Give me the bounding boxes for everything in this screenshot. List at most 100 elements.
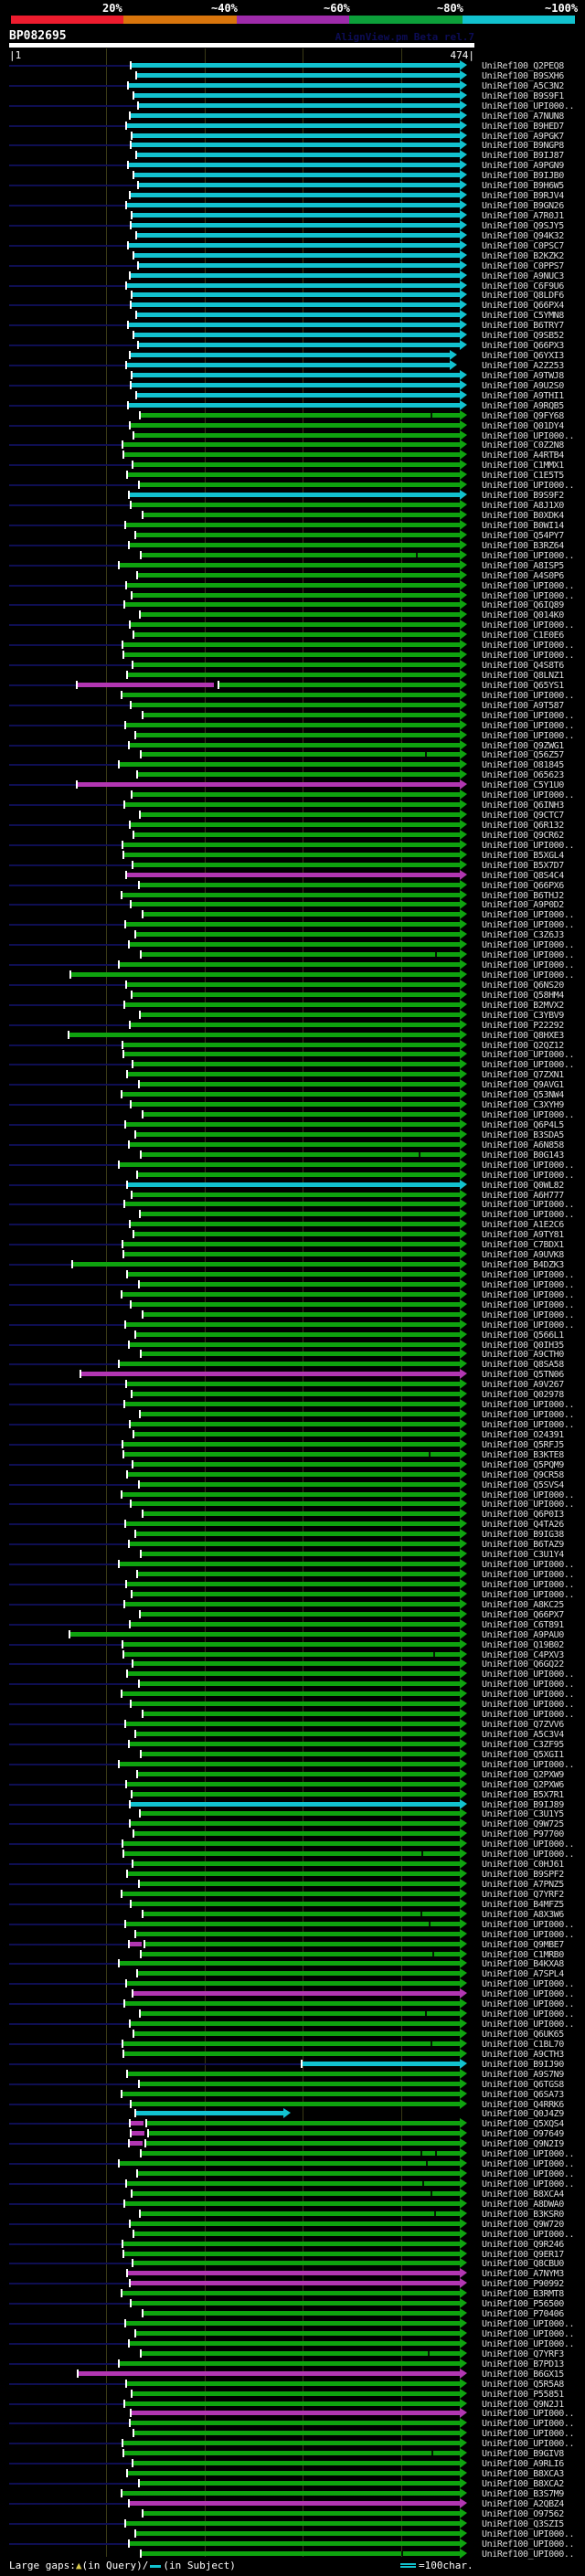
alignment-bar[interactable] [133,1592,460,1596]
alignment-bar[interactable] [141,1952,460,1956]
alignment-bar[interactable] [133,663,460,667]
alignment-bar[interactable] [141,1752,460,1756]
alignment-bar[interactable] [130,543,460,547]
alignment-bar[interactable] [132,1902,460,1906]
alignment-bar[interactable] [137,772,460,777]
alignment-bar[interactable] [131,1802,460,1807]
alignment-bar[interactable] [124,1402,460,1406]
alignment-bar[interactable] [127,1671,460,1676]
alignment-bar[interactable] [131,622,460,627]
alignment-bar[interactable] [126,123,460,128]
alignment-bar[interactable] [140,1811,460,1816]
alignment-bar[interactable] [136,233,460,238]
alignment-bar[interactable] [141,2351,460,2356]
alignment-bar[interactable] [134,173,460,177]
alignment-bar[interactable] [131,1422,460,1426]
alignment-bar[interactable] [134,2231,460,2236]
alignment-bar[interactable] [134,253,460,258]
alignment-bar[interactable] [127,1272,460,1277]
alignment-bar[interactable] [122,1642,460,1647]
alignment-bar[interactable] [134,1232,460,1236]
alignment-bar[interactable] [70,972,460,977]
alignment-bar[interactable] [139,883,460,887]
alignment-bar[interactable] [131,353,451,357]
alignment-bar[interactable] [122,693,460,697]
alignment-bar[interactable] [124,1202,460,1206]
alignment-bar[interactable] [122,2441,460,2445]
alignment-bar[interactable] [122,2491,460,2496]
alignment-bar[interactable] [125,1521,460,1526]
alignment-bar[interactable] [130,1342,460,1347]
alignment-bar[interactable] [132,503,460,507]
alignment-bar[interactable] [124,2001,460,2006]
alignment-bar[interactable] [133,213,460,217]
alignment-bar[interactable] [123,452,460,457]
alignment-bar[interactable] [140,1012,460,1017]
alignment-bar[interactable] [144,713,460,717]
alignment-bar[interactable] [138,343,460,347]
alignment-bar[interactable] [132,63,460,68]
alignment-bar[interactable] [79,2371,460,2376]
alignment-bar[interactable] [126,873,460,877]
alignment-bar[interactable] [131,2421,460,2425]
alignment-bar[interactable] [132,2301,460,2306]
alignment-bar[interactable] [131,1023,460,1027]
alignment-bar[interactable] [122,843,460,847]
alignment-bar[interactable] [126,1981,460,1986]
alignment-bar[interactable] [134,1831,460,1836]
alignment-bar[interactable] [126,583,460,588]
alignment-bar[interactable] [135,1132,460,1137]
alignment-bar[interactable] [123,853,460,857]
alignment-bar[interactable] [124,2201,460,2206]
alignment-bar[interactable] [130,2341,460,2346]
alignment-bar[interactable] [127,1072,460,1076]
alignment-bar[interactable] [125,2521,460,2526]
alignment-bar[interactable] [130,743,460,747]
alignment-bar[interactable] [122,1043,460,1047]
alignment-bar[interactable] [125,1322,460,1327]
alignment-bar[interactable] [144,1112,460,1117]
alignment-bar[interactable] [122,2291,460,2295]
alignment-bar[interactable] [135,533,460,537]
alignment-bar[interactable] [140,812,460,817]
alignment-bar[interactable] [123,1452,460,1457]
alignment-bar[interactable] [133,373,460,377]
alignment-bar[interactable] [130,2501,460,2506]
alignment-bar[interactable] [303,2062,460,2066]
alignment-bar[interactable] [132,2102,460,2106]
alignment-bar[interactable] [135,2331,460,2336]
alignment-bar[interactable] [122,1841,460,1846]
alignment-bar[interactable] [139,2481,460,2486]
alignment-bar[interactable] [122,1691,460,1696]
alignment-bar[interactable] [133,1462,460,1467]
alignment-bar[interactable] [146,2141,460,2146]
alignment-bar[interactable] [137,1772,460,1776]
alignment-bar[interactable] [123,1052,460,1056]
alignment-bar[interactable] [124,602,460,607]
alignment-bar[interactable] [130,1542,460,1546]
alignment-bar[interactable] [127,1182,460,1187]
alignment-bar[interactable] [134,2031,460,2036]
alignment-bar[interactable] [130,942,460,947]
alignment-bar[interactable] [141,1552,460,1556]
alignment-bar[interactable] [129,243,460,248]
alignment-bar[interactable] [120,1162,460,1167]
alignment-bar[interactable] [133,1392,460,1396]
alignment-bar[interactable] [138,263,460,268]
alignment-bar[interactable] [136,393,460,398]
alignment-bar[interactable] [137,1971,460,1976]
alignment-bar[interactable] [133,1991,460,1996]
alignment-bar[interactable] [140,612,460,617]
alignment-bar[interactable] [132,302,460,307]
alignment-bar[interactable] [140,1412,460,1416]
alignment-bar[interactable] [148,2131,460,2136]
alignment-bar[interactable] [136,313,460,317]
alignment-bar[interactable] [140,413,460,418]
alignment-bar[interactable] [144,2311,460,2316]
alignment-bar[interactable] [130,2541,460,2546]
alignment-bar[interactable] [127,2072,460,2076]
alignment-bar[interactable] [139,2082,460,2086]
alignment-bar[interactable] [141,752,460,757]
alignment-bar[interactable] [139,1482,460,1487]
alignment-bar[interactable] [137,2171,460,2176]
